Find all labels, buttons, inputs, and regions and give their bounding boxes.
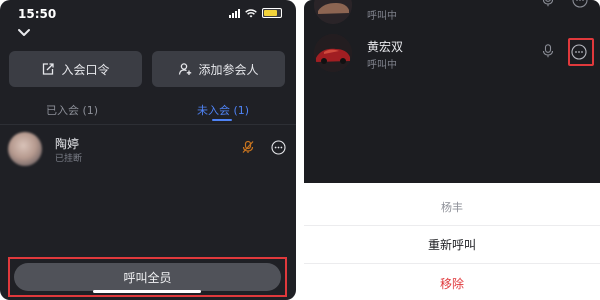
- call-all-label: 呼叫全员: [123, 270, 172, 285]
- signal-icon: [229, 8, 240, 18]
- list-item[interactable]: 呼叫中: [304, 0, 600, 24]
- more-options-icon[interactable]: [571, 44, 587, 60]
- share-code-icon: [43, 63, 55, 75]
- divider: [304, 263, 600, 264]
- member-status: 呼叫中: [367, 60, 397, 71]
- panel-gap: [296, 0, 304, 300]
- more-options-icon[interactable]: [572, 0, 588, 8]
- add-participant-button[interactable]: 添加参会人: [152, 51, 285, 87]
- avatar: [314, 0, 352, 24]
- member-status: 呼叫中: [367, 11, 397, 22]
- status-bar: 15:50: [0, 0, 296, 26]
- battery-icon: [262, 8, 282, 18]
- divider: [0, 124, 296, 125]
- divider: [304, 225, 600, 226]
- call-all-button[interactable]: 呼叫全员: [14, 263, 281, 291]
- member-name: 陶婷: [55, 137, 80, 151]
- list-item[interactable]: 陶婷 已挂断: [0, 128, 296, 172]
- avatar: [8, 132, 42, 166]
- chevron-down-icon[interactable]: [16, 26, 32, 38]
- car-avatar-image: [314, 34, 352, 72]
- list-item[interactable]: 黄宏双 呼叫中: [304, 30, 600, 74]
- home-indicator: [93, 290, 201, 293]
- mic-muted-icon[interactable]: [241, 140, 255, 154]
- active-tab-indicator: [212, 119, 232, 121]
- add-user-icon: [179, 63, 192, 75]
- meeting-participants-screen: 15:50 入会口令 添加参会人 已入会 (1) 未入会 (1) 陶婷 已挂断 …: [0, 0, 296, 300]
- tab-joined[interactable]: 已入会 (1): [46, 102, 98, 118]
- member-name: 黄宏双: [367, 40, 404, 54]
- microphone-icon[interactable]: [542, 0, 554, 7]
- redial-button[interactable]: 重新呼叫: [304, 236, 600, 253]
- microphone-icon[interactable]: [542, 44, 554, 58]
- status-icons: [229, 8, 282, 18]
- action-sheet: 杨丰 重新呼叫 移除: [304, 183, 600, 300]
- add-participant-label: 添加参会人: [198, 62, 259, 77]
- participant-action-screen: 呼叫中 黄宏双 呼叫中 杨丰 重新呼叫 移除: [304, 0, 600, 300]
- status-time: 15:50: [18, 7, 57, 21]
- participant-tabs: 已入会 (1) 未入会 (1): [0, 98, 296, 124]
- tab-not-joined[interactable]: 未入会 (1): [197, 102, 249, 118]
- wifi-icon: [245, 8, 257, 17]
- member-status: 已挂断: [55, 154, 83, 164]
- remove-button[interactable]: 移除: [304, 275, 600, 292]
- join-code-label: 入会口令: [61, 62, 110, 77]
- participant-list-area: 呼叫中 黄宏双 呼叫中: [304, 0, 600, 183]
- car-avatar-image: [314, 0, 352, 24]
- avatar: [314, 34, 352, 72]
- more-options-icon[interactable]: [271, 140, 286, 155]
- join-code-button[interactable]: 入会口令: [9, 51, 142, 87]
- action-sheet-title: 杨丰: [441, 201, 463, 214]
